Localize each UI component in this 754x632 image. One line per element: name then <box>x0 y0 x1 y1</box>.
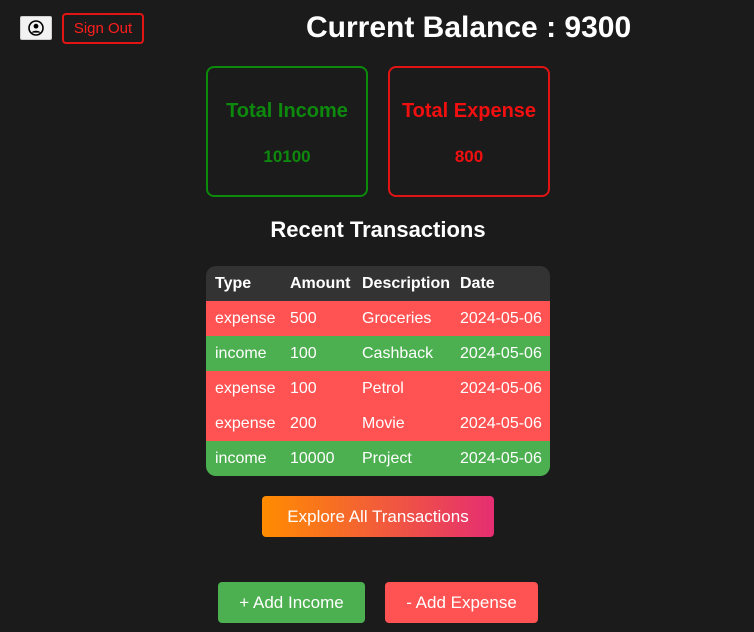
cell-type: income <box>206 441 281 476</box>
cell-date: 2024-05-06 <box>451 371 550 406</box>
cell-amount: 100 <box>281 371 353 406</box>
add-expense-button[interactable]: - Add Expense <box>385 582 538 623</box>
total-income-title: Total Income <box>226 100 348 122</box>
cell-type: expense <box>206 301 281 336</box>
column-header-date: Date <box>451 266 550 301</box>
sign-out-button[interactable]: Sign Out <box>62 13 144 44</box>
table-row: income 10000 Project 2024-05-06 <box>206 441 550 476</box>
add-income-button[interactable]: + Add Income <box>218 582 365 623</box>
total-expense-card: Total Expense 800 <box>388 66 550 197</box>
column-header-amount: Amount <box>281 266 353 301</box>
recent-transactions-title: Recent Transactions <box>270 217 486 242</box>
total-expense-value: 800 <box>454 147 484 166</box>
total-expense-title: Total Expense <box>401 100 537 122</box>
current-balance: Current Balance : 9300 <box>306 11 632 44</box>
cell-amount: 100 <box>281 336 353 371</box>
cell-amount: 200 <box>281 406 353 441</box>
column-header-type: Type <box>206 266 281 301</box>
transactions-table: Type Amount Description Date expense 500… <box>206 266 550 476</box>
table-row: expense 500 Groceries 2024-05-06 <box>206 301 550 336</box>
cell-type: expense <box>206 406 281 441</box>
profile-button[interactable] <box>20 16 52 40</box>
cell-date: 2024-05-06 <box>451 441 550 476</box>
table-row: expense 200 Movie 2024-05-06 <box>206 406 550 441</box>
table-header-row: Type Amount Description Date <box>206 266 550 301</box>
cell-amount: 500 <box>281 301 353 336</box>
cell-description: Project <box>353 441 451 476</box>
cell-type: expense <box>206 371 281 406</box>
column-header-description: Description <box>353 266 451 301</box>
table-row: income 100 Cashback 2024-05-06 <box>206 336 550 371</box>
table-row: expense 100 Petrol 2024-05-06 <box>206 371 550 406</box>
cell-description: Petrol <box>353 371 451 406</box>
cell-type: income <box>206 336 281 371</box>
cell-date: 2024-05-06 <box>451 406 550 441</box>
explore-all-transactions-button[interactable]: Explore All Transactions <box>262 496 494 537</box>
total-income-value: 10100 <box>263 147 311 166</box>
cell-amount: 10000 <box>281 441 353 476</box>
cell-description: Movie <box>353 406 451 441</box>
cell-description: Groceries <box>353 301 451 336</box>
cell-date: 2024-05-06 <box>451 301 550 336</box>
user-circle-icon <box>28 20 44 36</box>
cell-description: Cashback <box>353 336 451 371</box>
cell-date: 2024-05-06 <box>451 336 550 371</box>
total-income-card: Total Income 10100 <box>206 66 368 197</box>
